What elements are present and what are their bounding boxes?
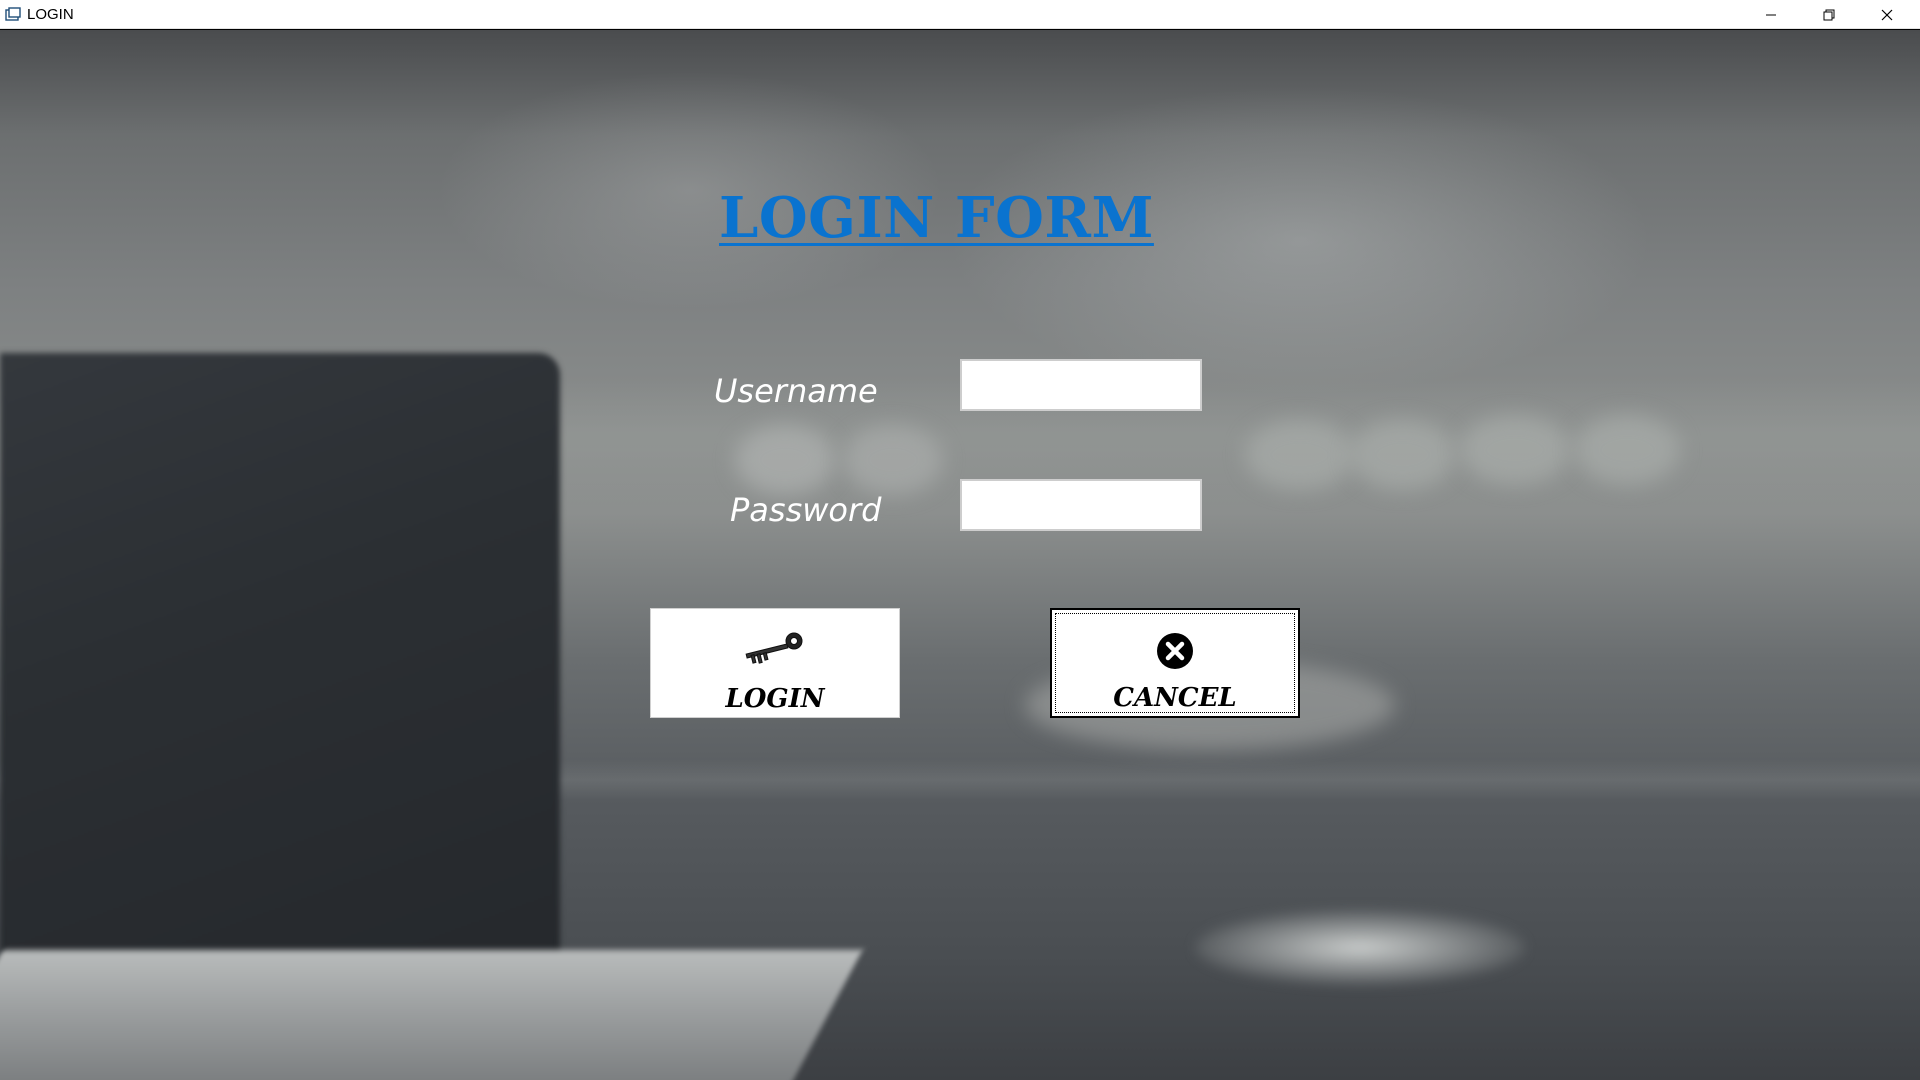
background-blur-shape [1350,420,1455,490]
key-icon [745,632,803,664]
background-cup [1195,910,1525,985]
background-laptop-base [0,950,863,1080]
background-laptop-screen [0,353,560,993]
restore-icon [1823,9,1835,20]
minimize-icon [1766,14,1776,15]
background-blur-shape [1245,420,1355,490]
username-label: Username [714,372,878,410]
cancel-button[interactable]: CANCEL [1050,608,1300,718]
minimize-button[interactable] [1742,0,1800,29]
login-button-label: LOGIN [725,684,825,714]
cancel-button-label: CANCEL [1113,683,1237,713]
app-icon [5,7,21,21]
close-circle-icon [1157,633,1193,669]
close-icon [1881,9,1893,20]
background-blur-shape [735,425,835,495]
password-input[interactable] [960,479,1202,531]
window-title: LOGIN [27,6,74,23]
window-titlebar: LOGIN [0,0,1920,29]
username-input[interactable] [960,359,1202,411]
form-title: LOGIN FORM [719,185,1154,251]
background-blur-shape [843,425,943,495]
close-button[interactable] [1858,0,1916,29]
background-blur-shape [1460,415,1570,485]
background-blur-shape [1575,415,1680,485]
restore-button[interactable] [1800,0,1858,29]
login-button[interactable]: LOGIN [650,608,900,718]
password-label: Password [730,491,882,529]
